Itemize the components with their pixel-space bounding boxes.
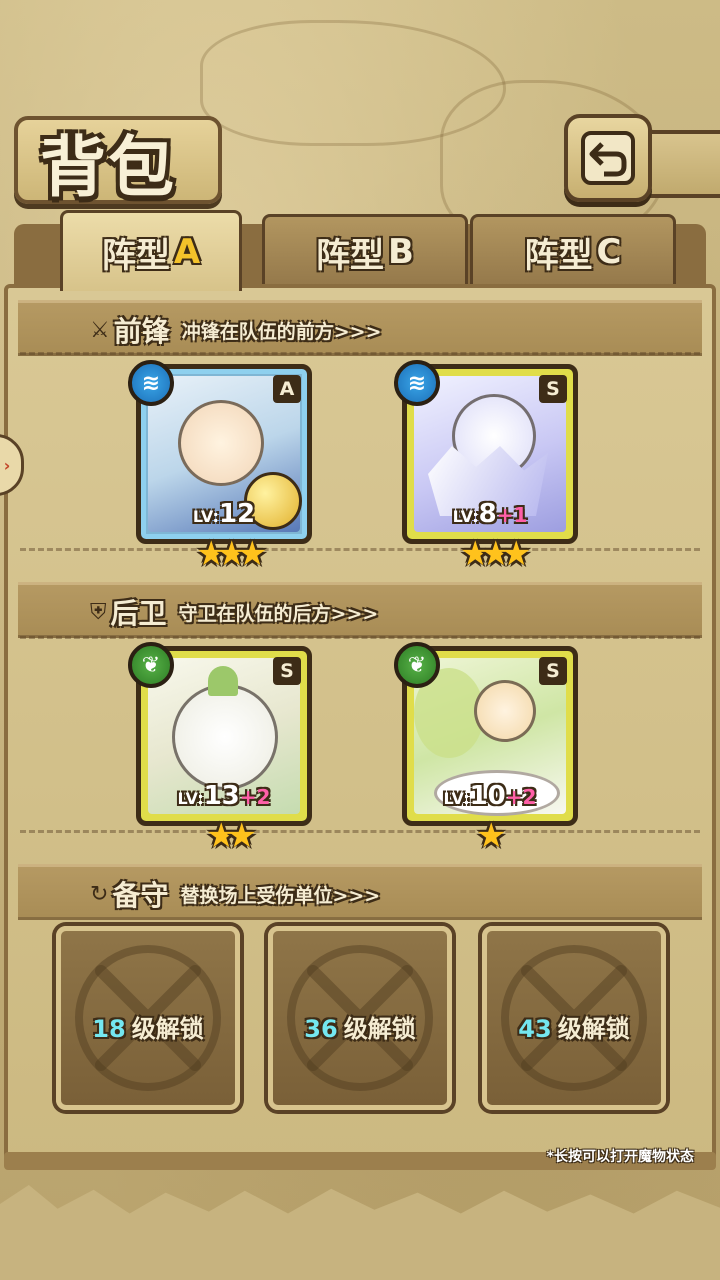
star-rating: ★	[476, 818, 506, 854]
section-desc: 守卫在队伍的后方>>>	[178, 602, 379, 625]
section-name: 备守	[112, 879, 169, 912]
level-label: LV:13+2	[177, 781, 271, 811]
star-rating: ★ ★ ★	[196, 536, 267, 572]
hint-text: *长按可以打开魔物状态	[546, 1149, 694, 1165]
return-arrow-icon	[581, 131, 635, 185]
unlock-label: 43 级解锁	[518, 1015, 630, 1043]
star-icon: ★	[500, 534, 532, 574]
shield-icon: ⛨	[90, 599, 107, 625]
level-label: LV:10+2	[443, 781, 537, 811]
back-button-rail	[640, 130, 720, 198]
section-desc: 替换场上受伤单位>>>	[180, 884, 381, 907]
leaf-icon: ❦	[394, 642, 440, 688]
leaf-sprout	[208, 666, 238, 696]
reserve-slot-locked[interactable]: 36 级解锁	[268, 926, 452, 1110]
rank-badge: S	[539, 657, 567, 685]
tab-letter: C	[596, 232, 622, 272]
unlock-label: 18 级解锁	[92, 1015, 204, 1043]
star-icon: ★	[236, 534, 268, 574]
section-name: 后卫	[110, 597, 167, 630]
reserve-title: ↻ 备守 替换场上受伤单位>>>	[90, 874, 380, 914]
section-name: 前锋	[113, 315, 170, 348]
unlock-label: 36 级解锁	[304, 1015, 416, 1043]
section-desc: 冲锋在队伍的前方>>>	[181, 320, 382, 343]
reserve-slot-locked[interactable]: 18 级解锁	[56, 926, 240, 1110]
back-button[interactable]	[564, 114, 652, 202]
tab-formation-b[interactable]: 阵型 B	[262, 214, 468, 287]
star-rating: ★ ★ ★	[460, 536, 531, 572]
rank-badge: A	[273, 375, 301, 403]
level-label: LV:8+1	[452, 499, 528, 529]
wave-icon: ≋	[394, 360, 440, 406]
tab-letter: A	[173, 232, 201, 272]
tab-formation-a[interactable]: 阵型 A	[60, 210, 242, 291]
leaf-icon: ❦	[128, 642, 174, 688]
tab-label: 阵型	[101, 235, 170, 276]
tab-formation-c[interactable]: 阵型 C	[470, 214, 676, 287]
wave-icon: ≋	[128, 360, 174, 406]
front-title: ⚔ 前锋 冲锋在队伍的前方>>>	[90, 310, 382, 350]
chevron-right-icon: ›	[3, 455, 11, 475]
rank-badge: S	[273, 657, 301, 685]
tab-label: 阵型	[316, 235, 385, 276]
sword-icon: ⚔	[90, 317, 110, 343]
cycle-icon: ↻	[90, 881, 109, 907]
unit-head	[172, 684, 278, 790]
level-label: LV:12	[192, 499, 256, 529]
unit-head	[178, 400, 264, 486]
star-rating: ★ ★	[206, 818, 257, 854]
unit-head	[474, 680, 536, 742]
tab-letter: B	[388, 232, 414, 272]
divider	[20, 548, 700, 551]
star-icon: ★	[476, 816, 507, 856]
divider	[20, 636, 700, 639]
rank-badge: S	[539, 375, 567, 403]
star-icon: ★	[226, 816, 257, 856]
page-title: 背包	[40, 129, 176, 206]
tab-label: 阵型	[524, 235, 593, 276]
reserve-slot-locked[interactable]: 43 级解锁	[482, 926, 666, 1110]
divider	[20, 352, 700, 355]
back-title: ⛨ 后卫 守卫在队伍的后方>>>	[90, 592, 378, 632]
divider	[20, 830, 700, 833]
